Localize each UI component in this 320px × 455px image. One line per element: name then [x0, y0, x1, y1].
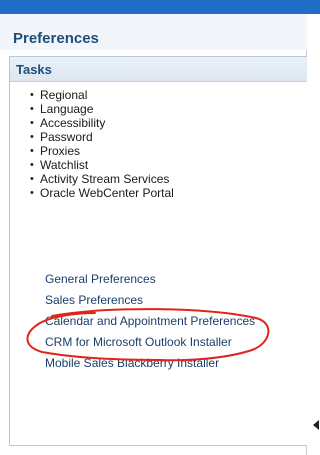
tasks-header[interactable]: Tasks [10, 57, 307, 82]
task-item-language[interactable]: • Language [30, 102, 174, 116]
task-item-label: Language [40, 102, 94, 116]
task-item-label: Activity Stream Services [40, 172, 170, 186]
top-header-strip [0, 0, 320, 14]
task-list: • Regional • Language • Accessibility • Pass… [30, 88, 174, 200]
task-item-label: Password [40, 130, 93, 144]
task-item-label: Oracle WebCenter Portal [40, 186, 174, 200]
task-item-label: Proxies [40, 144, 81, 158]
bullet-icon: • [30, 187, 34, 199]
preferences-title: Preferences [13, 30, 99, 47]
bullet-icon: • [30, 117, 34, 129]
link-mobile-sales-blackberry[interactable]: Mobile Sales Blackberry Installer [45, 355, 255, 376]
task-item-password[interactable]: • Password [30, 130, 174, 144]
preferences-title-bar: Preferences [0, 14, 307, 50]
task-item-label: Accessibility [40, 116, 106, 130]
task-item-activity-stream[interactable]: • Activity Stream Services [30, 172, 174, 186]
task-item-regional[interactable]: • Regional [30, 88, 174, 102]
task-item-webcenter-portal[interactable]: • Oracle WebCenter Portal [30, 186, 174, 200]
scroll-left-arrow-icon[interactable] [312, 420, 320, 430]
preference-links: General Preferences Sales Preferences Ca… [45, 271, 255, 376]
bullet-icon: • [30, 159, 34, 171]
task-item-label: Regional [40, 88, 88, 102]
link-crm-outlook-installer[interactable]: CRM for Microsoft Outlook Installer [45, 334, 255, 355]
link-calendar-preferences[interactable]: Calendar and Appointment Preferences [45, 313, 255, 334]
bullet-icon: • [30, 173, 34, 185]
bullet-icon: • [30, 103, 34, 115]
link-general-preferences[interactable]: General Preferences [45, 271, 255, 292]
bullet-icon: • [30, 131, 34, 143]
bullet-icon: • [30, 89, 34, 101]
tasks-header-label: Tasks [16, 62, 52, 77]
task-item-watchlist[interactable]: • Watchlist [30, 158, 174, 172]
task-item-accessibility[interactable]: • Accessibility [30, 116, 174, 130]
task-item-proxies[interactable]: • Proxies [30, 144, 174, 158]
link-sales-preferences[interactable]: Sales Preferences [45, 292, 255, 313]
task-item-label: Watchlist [40, 158, 89, 172]
bullet-icon: • [30, 145, 34, 157]
